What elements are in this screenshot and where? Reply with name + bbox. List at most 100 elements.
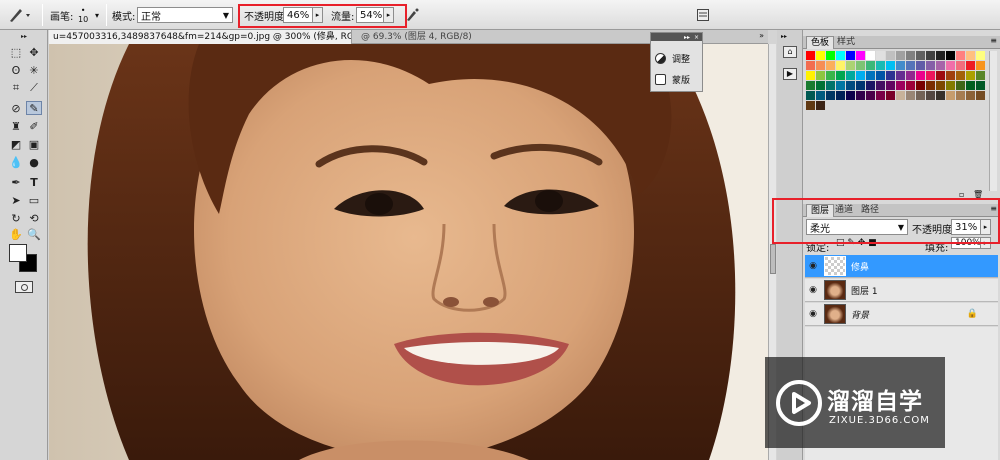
color-swatch[interactable] bbox=[806, 51, 815, 60]
color-swatch[interactable] bbox=[956, 71, 965, 80]
color-swatch[interactable] bbox=[916, 91, 925, 100]
lasso-tool-icon[interactable]: ʘ bbox=[8, 63, 24, 77]
history-panel-icon[interactable]: ⌂ bbox=[783, 46, 797, 58]
quick-mask-button[interactable] bbox=[15, 281, 33, 293]
color-swatch[interactable] bbox=[926, 71, 935, 80]
adjustments-item[interactable]: 调整 bbox=[655, 50, 690, 66]
color-swatch[interactable] bbox=[826, 51, 835, 60]
color-swatch[interactable] bbox=[916, 81, 925, 90]
color-swatch[interactable] bbox=[886, 81, 895, 90]
color-swatch[interactable] bbox=[876, 91, 885, 100]
crop-tool-icon[interactable]: ⌗ bbox=[8, 81, 24, 95]
healing-brush-tool-icon[interactable]: ⊘ bbox=[8, 101, 24, 115]
brush-tool-preset[interactable] bbox=[6, 0, 32, 30]
color-swatch[interactable] bbox=[966, 91, 975, 100]
type-tool-icon[interactable]: T bbox=[26, 175, 42, 189]
tab-swatches[interactable]: 色板 bbox=[806, 36, 835, 49]
strip-grip-icon[interactable]: ▸▸ bbox=[781, 33, 787, 40]
color-swatch[interactable] bbox=[806, 81, 815, 90]
marquee-tool-icon[interactable]: ⬚ bbox=[8, 45, 24, 59]
panel-menu-icon[interactable]: ≡ bbox=[990, 204, 997, 213]
color-swatch[interactable] bbox=[896, 71, 905, 80]
panel-toggle-button[interactable] bbox=[697, 0, 709, 30]
color-swatch[interactable] bbox=[836, 51, 845, 60]
color-swatch[interactable] bbox=[896, 61, 905, 70]
opacity-slider-button[interactable]: ▸ bbox=[313, 7, 323, 23]
color-swatch[interactable] bbox=[896, 51, 905, 60]
move-tool-icon[interactable]: ✥ bbox=[26, 45, 42, 59]
zoom-tool-icon[interactable]: 🔍 bbox=[26, 227, 42, 241]
color-swatch[interactable] bbox=[836, 91, 845, 100]
color-swatch[interactable] bbox=[816, 51, 825, 60]
color-swatch[interactable] bbox=[936, 61, 945, 70]
fill-slider-button[interactable]: ▸ bbox=[981, 237, 991, 249]
lock-icons[interactable]: □ ✎ ✥ ■ bbox=[836, 238, 877, 248]
color-swatch[interactable] bbox=[926, 91, 935, 100]
brush-picker-arrow-icon[interactable]: ▾ bbox=[95, 0, 99, 30]
color-swatch[interactable] bbox=[866, 51, 875, 60]
history-brush-tool-icon[interactable]: ✐ bbox=[26, 119, 42, 133]
color-swatch[interactable] bbox=[906, 81, 915, 90]
color-swatch[interactable] bbox=[806, 101, 815, 110]
blur-tool-icon[interactable]: 💧 bbox=[8, 155, 24, 169]
color-swatch[interactable] bbox=[976, 61, 985, 70]
scrollbar-thumb[interactable] bbox=[770, 244, 776, 274]
delete-swatch-icon[interactable]: 🗑 bbox=[973, 190, 983, 199]
visibility-eye-icon[interactable]: ◉ bbox=[805, 309, 821, 319]
color-swatch[interactable] bbox=[916, 71, 925, 80]
tab-document-active[interactable]: u=457003316,3489837648&fm=214&gp=0.jpg @… bbox=[49, 30, 352, 44]
color-swatch[interactable] bbox=[876, 81, 885, 90]
color-swatch[interactable] bbox=[976, 51, 985, 60]
color-swatch[interactable] bbox=[956, 81, 965, 90]
color-swatch[interactable] bbox=[856, 51, 865, 60]
color-swatch[interactable] bbox=[846, 71, 855, 80]
layer-row[interactable]: ◉ 修鼻 bbox=[805, 255, 998, 278]
color-swatch[interactable] bbox=[846, 51, 855, 60]
actions-panel-icon[interactable]: ▶ bbox=[783, 68, 797, 80]
collapse-icon[interactable]: ▸▸ bbox=[684, 34, 690, 41]
color-swatch[interactable] bbox=[906, 71, 915, 80]
color-swatch[interactable] bbox=[966, 61, 975, 70]
color-swatch[interactable] bbox=[836, 81, 845, 90]
masks-item[interactable]: 蒙版 bbox=[655, 71, 690, 87]
color-swatch[interactable] bbox=[836, 61, 845, 70]
color-swatch[interactable] bbox=[886, 91, 895, 100]
color-swatch[interactable] bbox=[846, 91, 855, 100]
color-swatch[interactable] bbox=[936, 81, 945, 90]
color-swatch[interactable] bbox=[946, 71, 955, 80]
path-selection-tool-icon[interactable]: ➤ bbox=[8, 193, 24, 207]
color-swatch[interactable] bbox=[876, 71, 885, 80]
color-swatch[interactable] bbox=[866, 91, 875, 100]
color-swatch[interactable] bbox=[956, 91, 965, 100]
tab-layers[interactable]: 图层 bbox=[806, 204, 835, 217]
document-canvas[interactable] bbox=[49, 44, 768, 460]
layer-row[interactable]: ◉ 图层 1 bbox=[805, 279, 998, 302]
color-swatch[interactable] bbox=[956, 51, 965, 60]
color-swatch[interactable] bbox=[806, 71, 815, 80]
3d-rotate-tool-icon[interactable]: ↻ bbox=[8, 211, 24, 225]
color-swatch[interactable] bbox=[826, 81, 835, 90]
color-swatch[interactable] bbox=[876, 51, 885, 60]
color-swatch[interactable] bbox=[886, 61, 895, 70]
color-swatch[interactable] bbox=[866, 61, 875, 70]
color-swatch[interactable] bbox=[926, 51, 935, 60]
color-swatch[interactable] bbox=[906, 91, 915, 100]
mode-select[interactable]: 正常 ▼ bbox=[137, 7, 233, 23]
color-swatch[interactable] bbox=[816, 81, 825, 90]
visibility-eye-icon[interactable]: ◉ bbox=[805, 261, 821, 271]
opacity-input[interactable]: 46% bbox=[283, 7, 313, 23]
color-swatch[interactable] bbox=[946, 51, 955, 60]
color-swatch[interactable] bbox=[856, 71, 865, 80]
blend-mode-select[interactable]: 柔光 ▼ bbox=[806, 219, 908, 235]
color-swatch[interactable] bbox=[816, 71, 825, 80]
color-swatch[interactable] bbox=[886, 71, 895, 80]
color-swatch[interactable] bbox=[846, 81, 855, 90]
fill-input[interactable]: 100% bbox=[951, 237, 981, 249]
color-swatch[interactable] bbox=[946, 61, 955, 70]
tab-paths[interactable]: 路径 bbox=[857, 204, 883, 217]
color-swatch[interactable] bbox=[896, 91, 905, 100]
foreground-color-swatch[interactable] bbox=[9, 244, 27, 262]
tab-document-2[interactable]: @ 69.3% (图层 4, RGB/8) * × bbox=[357, 30, 475, 44]
color-swatch[interactable] bbox=[926, 81, 935, 90]
gradient-tool-icon[interactable]: ▣ bbox=[26, 137, 42, 151]
